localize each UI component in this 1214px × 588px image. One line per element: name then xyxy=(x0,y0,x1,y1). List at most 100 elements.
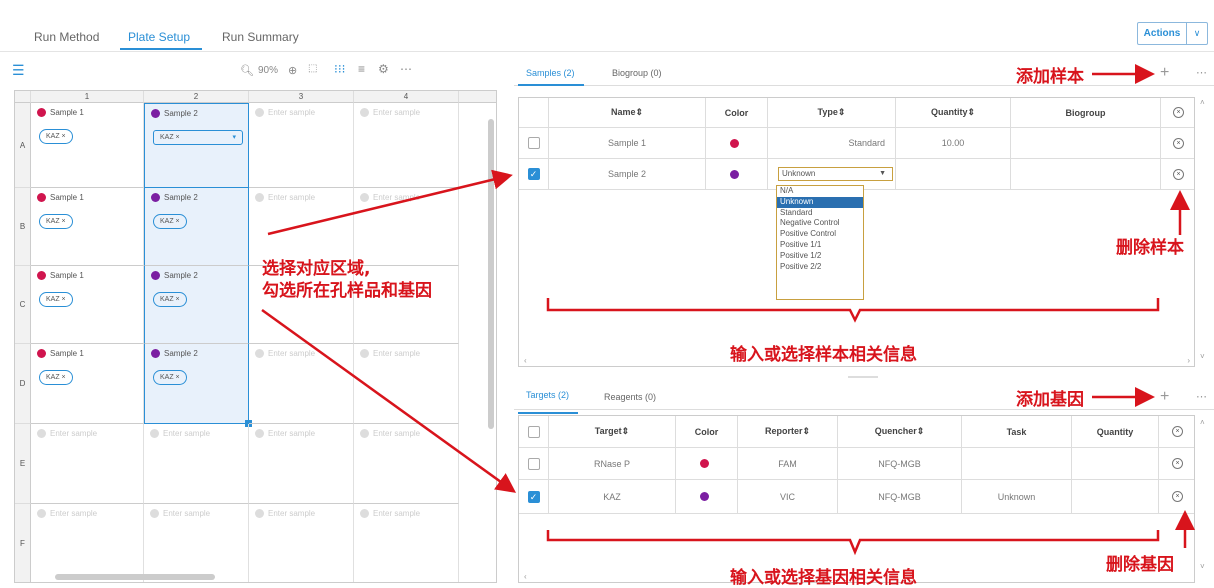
target-tag[interactable]: KAZ × xyxy=(153,214,187,229)
row-header[interactable]: E xyxy=(15,424,31,504)
vertical-scrollbar[interactable] xyxy=(488,119,494,429)
plate-well[interactable]: Enter sample xyxy=(249,424,354,504)
plate-well[interactable]: Enter sample xyxy=(354,103,459,188)
actions-button[interactable]: Actions ∨ xyxy=(1137,22,1208,45)
tab-biogroup[interactable]: Biogroup (0) xyxy=(612,68,662,78)
scroll-down-icon[interactable]: ˅ xyxy=(1200,562,1205,571)
plate-well[interactable]: Sample 1 KAZ × xyxy=(31,344,144,424)
column-header[interactable]: 3 xyxy=(249,91,354,103)
row-header[interactable]: D xyxy=(15,344,31,424)
table-row[interactable]: RNase P FAM NFQ-MGB × xyxy=(519,448,1194,480)
plate-well[interactable]: Enter sample xyxy=(354,344,459,424)
type-option-selected[interactable]: Unknown xyxy=(777,196,863,208)
target-quencher[interactable]: NFQ-MGB xyxy=(838,480,962,513)
row-header[interactable]: A xyxy=(15,103,31,188)
sample-quantity[interactable]: 10.00 xyxy=(896,128,1011,158)
target-tag[interactable]: KAZ × xyxy=(39,129,73,144)
target-tag[interactable]: KAZ × xyxy=(39,292,73,307)
sample-quantity[interactable] xyxy=(896,159,1011,189)
target-tag[interactable]: KAZ × xyxy=(153,370,187,385)
table-row[interactable]: Sample 1 Standard 10.00 × xyxy=(519,128,1194,159)
target-task[interactable]: Unknown xyxy=(962,480,1072,513)
more-icon[interactable]: ⋯ xyxy=(1196,390,1207,403)
target-tag[interactable]: KAZ × xyxy=(39,214,73,229)
tab-run-method[interactable]: Run Method xyxy=(34,30,99,44)
header-target[interactable]: Target⇕ xyxy=(549,416,676,447)
header-quantity[interactable]: Quantity⇕ xyxy=(896,98,1011,127)
target-quantity[interactable] xyxy=(1072,448,1159,479)
column-header[interactable]: 1 xyxy=(31,91,144,103)
row-header[interactable]: F xyxy=(15,504,31,582)
plate-well[interactable]: Enter sample xyxy=(249,504,354,582)
type-option[interactable]: Negative Control xyxy=(777,218,863,229)
sample-type[interactable]: Standard xyxy=(768,128,896,158)
delete-row-icon[interactable]: × xyxy=(1172,458,1183,469)
target-quencher[interactable]: NFQ-MGB xyxy=(838,448,962,479)
panel-resize-handle[interactable] xyxy=(848,376,878,378)
fit-icon[interactable]: ⬚ xyxy=(308,63,317,74)
tab-run-summary[interactable]: Run Summary xyxy=(222,30,299,44)
table-row[interactable]: ✓ KAZ VIC NFQ-MGB Unknown × xyxy=(519,480,1194,514)
sample-biogroup[interactable] xyxy=(1011,128,1161,158)
zoom-out-icon[interactable]: 🔍︎ xyxy=(240,64,254,77)
gear-icon[interactable]: ⚙ xyxy=(378,62,389,76)
column-header[interactable]: 4 xyxy=(354,91,459,103)
type-select[interactable]: Unknown ▼ xyxy=(778,167,893,181)
plate-well[interactable]: Enter sample xyxy=(249,103,354,188)
plate-well[interactable]: Enter sample xyxy=(31,504,144,582)
header-name[interactable]: Name⇕ xyxy=(549,98,706,127)
type-option[interactable]: Positive Control xyxy=(777,229,863,240)
delete-row-icon[interactable]: × xyxy=(1172,491,1183,502)
target-task[interactable] xyxy=(962,448,1072,479)
tab-plate-setup[interactable]: Plate Setup xyxy=(128,30,190,44)
scroll-down-icon[interactable]: ˅ xyxy=(1200,352,1205,361)
plate-well-selected[interactable]: Sample 2 KAZ × xyxy=(144,266,249,344)
row-checkbox[interactable] xyxy=(527,457,540,470)
chevron-down-icon[interactable]: ∨ xyxy=(1187,23,1207,44)
scroll-left-icon[interactable]: ‹ xyxy=(524,572,527,581)
plate-well[interactable]: Sample 1 KAZ × xyxy=(31,188,144,266)
tab-samples[interactable]: Samples (2) xyxy=(526,68,575,78)
list-view-icon[interactable]: ≡ xyxy=(358,62,365,76)
target-tag[interactable]: KAZ × xyxy=(39,370,73,385)
type-option[interactable]: Standard xyxy=(777,208,863,219)
plate-well[interactable]: Enter sample xyxy=(144,424,249,504)
plate-well[interactable]: Sample 1 KAZ × xyxy=(31,266,144,344)
more-icon[interactable]: ⋯ xyxy=(1196,66,1207,79)
scroll-up-icon[interactable]: ˄ xyxy=(1200,98,1205,107)
row-header[interactable]: C xyxy=(15,266,31,344)
target-reporter[interactable]: FAM xyxy=(738,448,838,479)
scroll-right-icon[interactable]: › xyxy=(1187,356,1190,365)
plate-well[interactable]: Enter sample xyxy=(31,424,144,504)
close-circle-icon[interactable]: × xyxy=(1172,426,1183,437)
plate-well-selected[interactable]: Sample 2 KAZ × xyxy=(144,344,252,427)
target-select[interactable]: KAZ × ▾ xyxy=(153,130,243,145)
target-tag[interactable]: KAZ × xyxy=(153,292,187,307)
add-sample-icon[interactable]: + xyxy=(1160,64,1169,82)
type-option[interactable]: Positive 1/2 xyxy=(777,251,863,262)
row-checkbox-checked[interactable]: ✓ xyxy=(527,490,540,503)
scroll-left-icon[interactable]: ‹ xyxy=(524,356,527,365)
header-reporter[interactable]: Reporter⇕ xyxy=(738,416,838,447)
close-circle-icon[interactable]: × xyxy=(1173,107,1184,118)
delete-row-icon[interactable]: × xyxy=(1173,137,1184,149)
scroll-up-icon[interactable]: ˄ xyxy=(1200,418,1205,427)
plate-well[interactable]: Enter sample xyxy=(354,504,459,582)
horizontal-scrollbar[interactable] xyxy=(55,574,215,580)
grid-view-icon[interactable]: ⁝⁝⁝ xyxy=(334,62,345,76)
header-type[interactable]: Type⇕ xyxy=(768,98,896,127)
tab-targets[interactable]: Targets (2) xyxy=(526,390,569,400)
plate-well-selected[interactable]: Sample 2 KAZ × xyxy=(144,188,249,266)
type-option[interactable]: Positive 1/1 xyxy=(777,240,863,251)
list-menu-icon[interactable]: ☰ xyxy=(12,62,25,79)
target-reporter[interactable]: VIC xyxy=(738,480,838,513)
select-all-checkbox[interactable] xyxy=(527,425,540,438)
plate-well[interactable]: Enter sample xyxy=(249,344,354,424)
target-quantity[interactable] xyxy=(1072,480,1159,513)
type-option[interactable]: N/A xyxy=(777,186,863,197)
delete-row-icon[interactable]: × xyxy=(1173,168,1184,180)
more-icon[interactable]: ⋯ xyxy=(400,62,412,76)
plate-well-selected[interactable]: Sample 2 KAZ × ▾ xyxy=(144,103,249,188)
row-checkbox[interactable] xyxy=(527,137,540,149)
target-color-dot[interactable] xyxy=(700,492,709,501)
